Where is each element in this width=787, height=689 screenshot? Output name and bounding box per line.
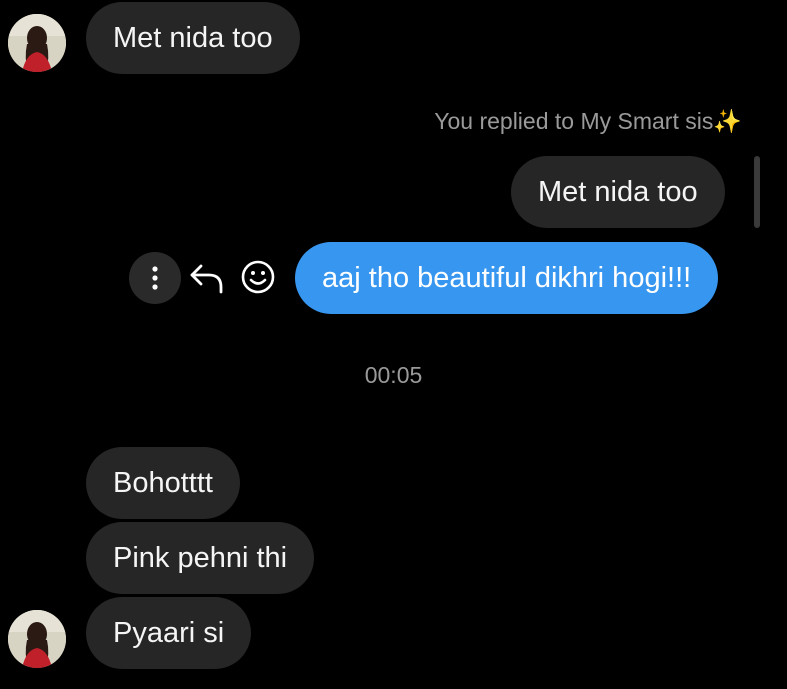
sent-message-bubble[interactable]: aaj tho beautiful dikhri hogi!!! <box>295 242 719 314</box>
received-message-bubble[interactable]: Bohotttt <box>86 447 240 519</box>
reply-button[interactable] <box>187 258 227 298</box>
message-text: Bohotttt <box>113 467 213 499</box>
avatar-image <box>8 14 66 72</box>
smiley-face-icon <box>241 260 275 294</box>
quoted-message-text: Met nida too <box>538 176 698 208</box>
quote-indicator-bar <box>754 156 760 228</box>
avatar-image <box>8 610 66 668</box>
reply-context-text: You replied to My Smart sis <box>434 108 714 134</box>
more-vertical-icon <box>152 266 158 290</box>
sender-avatar[interactable] <box>8 14 66 72</box>
more-options-button[interactable] <box>129 252 181 304</box>
message-text: aaj tho beautiful dikhri hogi!!! <box>322 262 692 294</box>
received-message-bubble[interactable]: Pyaari si <box>86 597 252 669</box>
message-timestamp: 00:05 <box>364 362 423 388</box>
sparkles-emoji: ✨ <box>713 108 742 134</box>
received-message-bubble[interactable]: Met nida too <box>86 2 300 74</box>
message-text: Pink pehni thi <box>113 542 288 574</box>
message-text: Met nida too <box>113 22 273 54</box>
message-text: Pyaari si <box>113 617 225 649</box>
sender-avatar[interactable] <box>8 610 66 668</box>
reply-context-label: You replied to My Smart sis✨ <box>434 108 742 135</box>
received-message-bubble[interactable]: Pink pehni thi <box>86 522 315 594</box>
react-button[interactable] <box>238 257 278 297</box>
reply-arrow-icon <box>190 264 223 294</box>
quoted-message-bubble[interactable]: Met nida too <box>511 156 725 228</box>
